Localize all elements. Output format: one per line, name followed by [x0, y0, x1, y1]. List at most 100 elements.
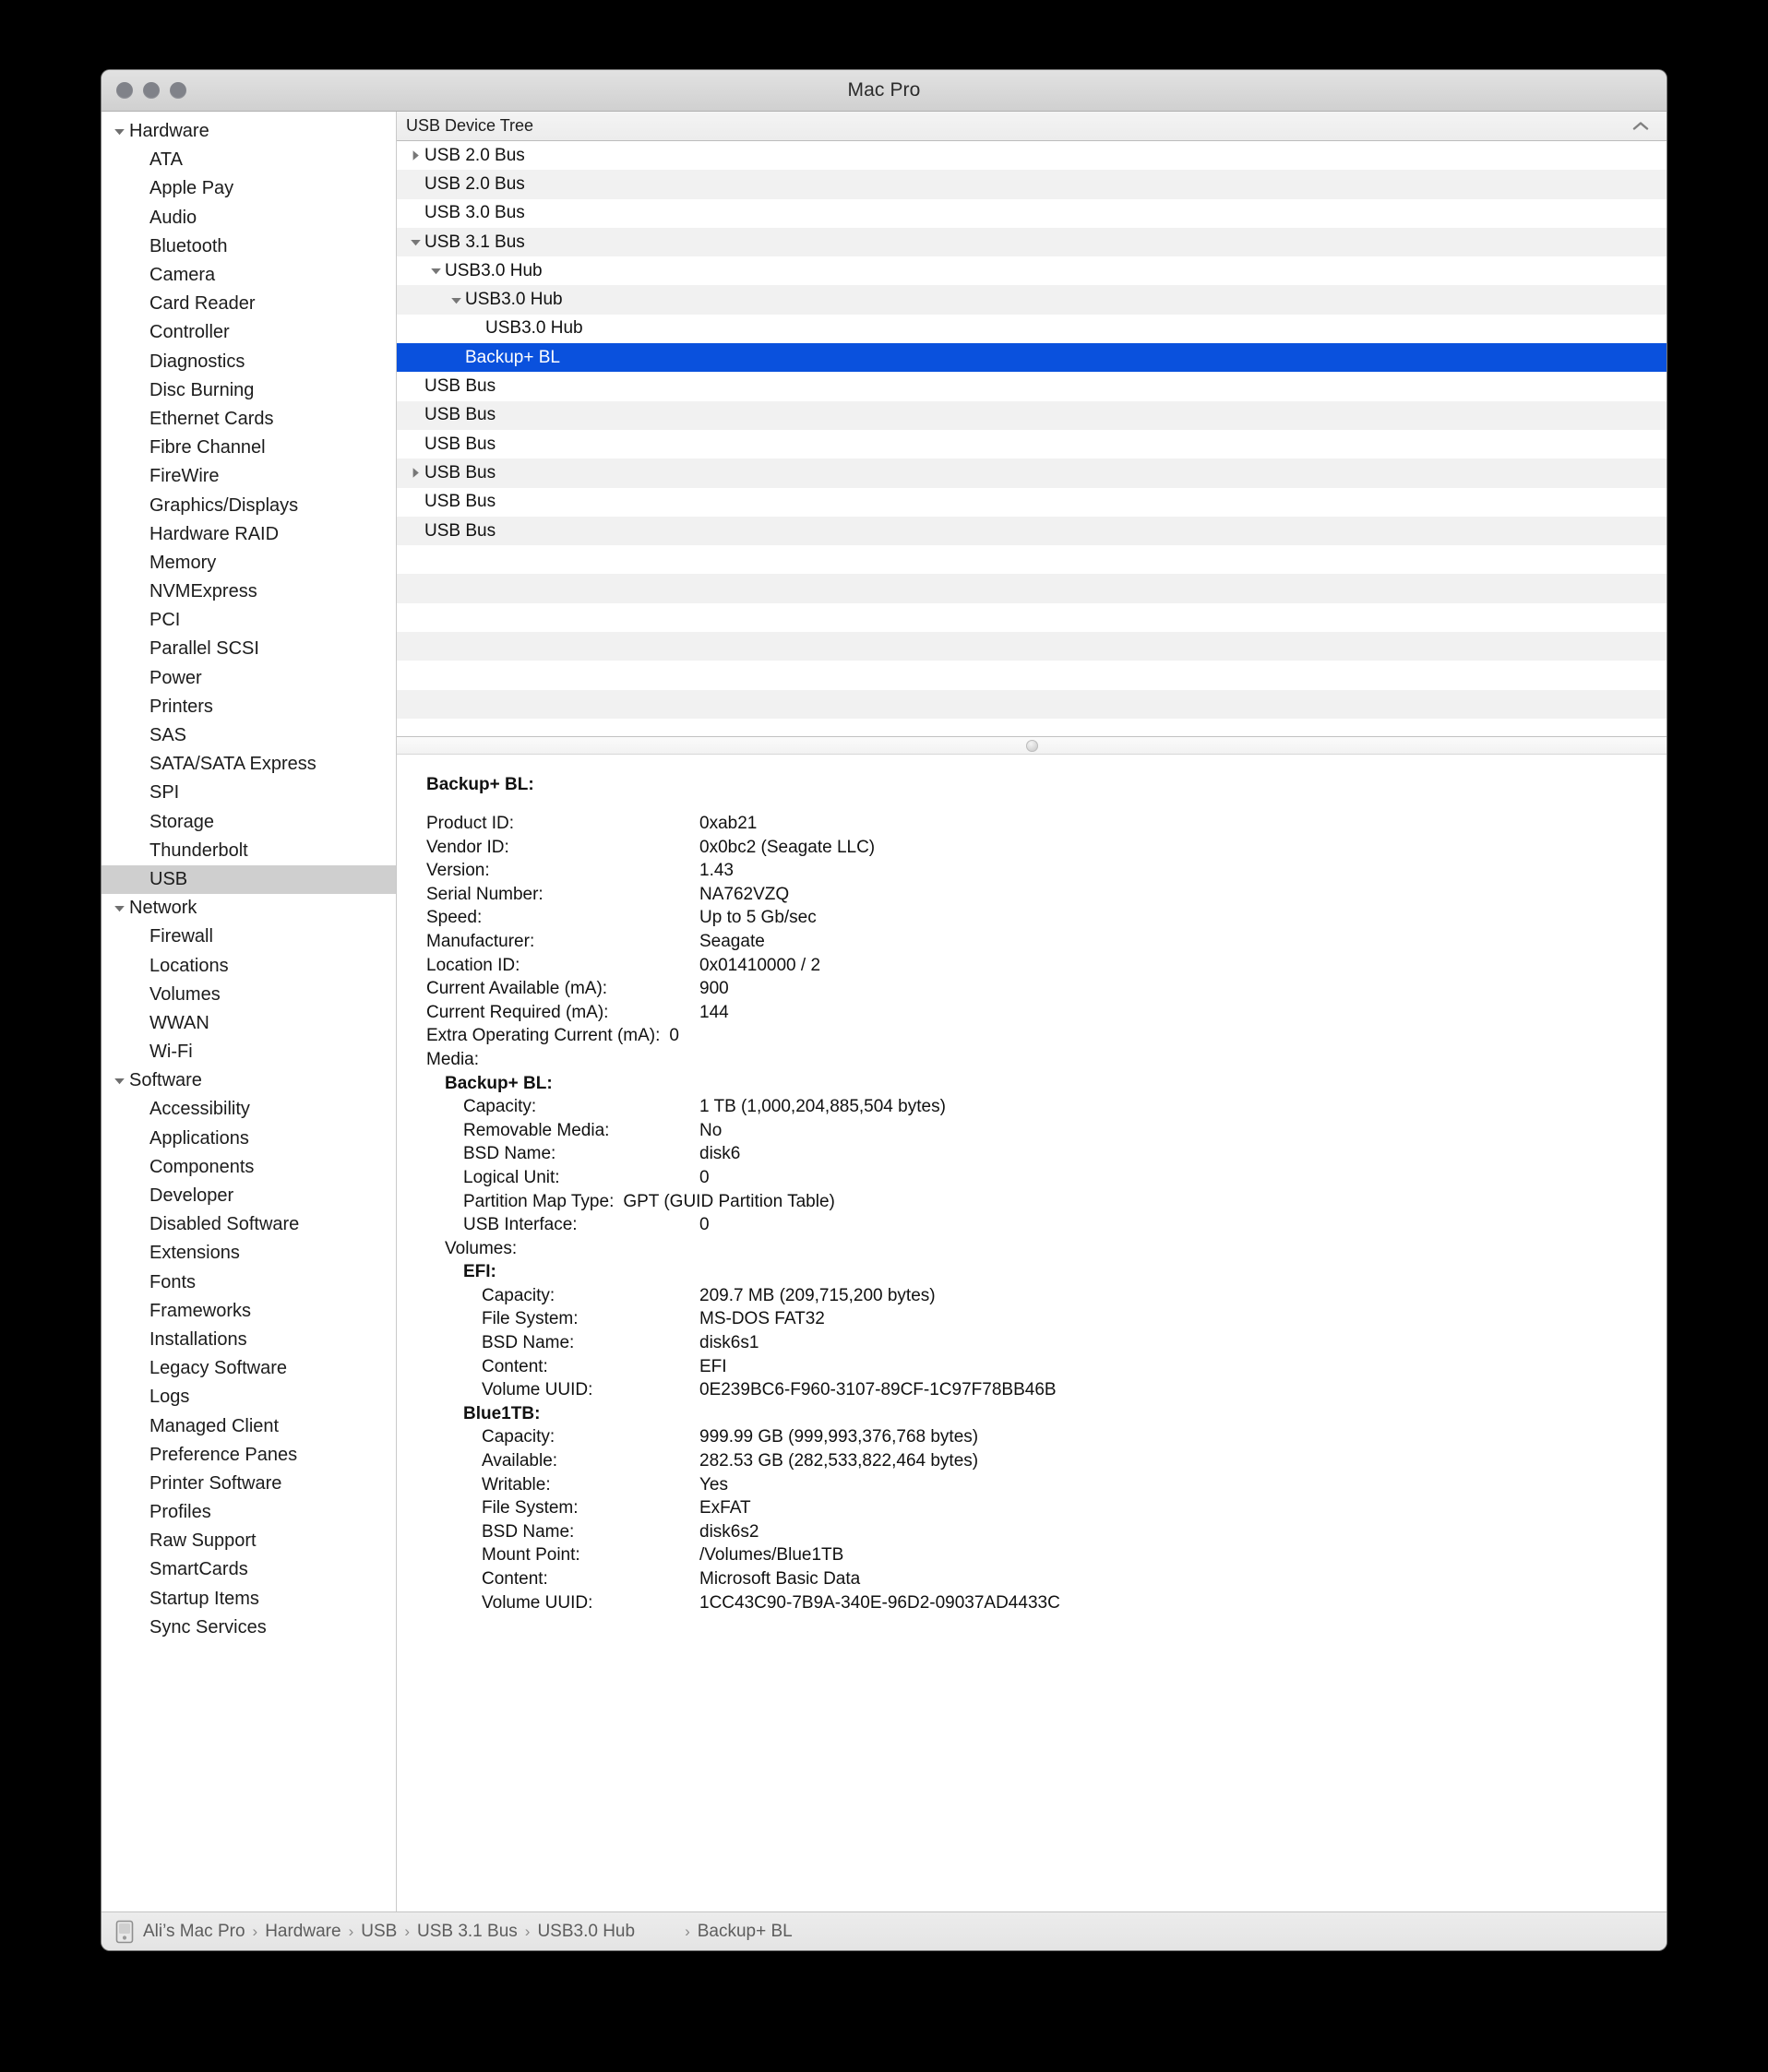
breadcrumb-item[interactable]: USB3.0 Hub: [537, 1922, 635, 1941]
sidebar-item-applications[interactable]: Applications: [102, 1125, 396, 1153]
tree-row[interactable]: USB Bus: [397, 488, 1666, 517]
sidebar-group-software[interactable]: Software: [102, 1066, 396, 1095]
sidebar-item-printers[interactable]: Printers: [102, 693, 396, 721]
sidebar-item-profiles[interactable]: Profiles: [102, 1498, 396, 1527]
triangle-down-icon[interactable]: [109, 125, 129, 138]
sidebar-item-storage[interactable]: Storage: [102, 808, 396, 837]
sidebar-item-spi[interactable]: SPI: [102, 779, 396, 807]
sidebar-item-raw-support[interactable]: Raw Support: [102, 1527, 396, 1555]
sidebar-item-sas[interactable]: SAS: [102, 721, 396, 750]
sidebar-item-components[interactable]: Components: [102, 1153, 396, 1182]
sidebar-item-fonts[interactable]: Fonts: [102, 1268, 396, 1297]
sidebar-item-volumes[interactable]: Volumes: [102, 981, 396, 1009]
sidebar-item-sync-services[interactable]: Sync Services: [102, 1614, 396, 1642]
detail-value: 1 TB (1,000,204,885,504 bytes): [699, 1097, 946, 1117]
sidebar-item-startup-items[interactable]: Startup Items: [102, 1585, 396, 1614]
sidebar-item-apple-pay[interactable]: Apple Pay: [102, 174, 396, 203]
detail-row: Capacity: 999.99 GB (999,993,376,768 byte…: [397, 1427, 1666, 1451]
sidebar-item-frameworks[interactable]: Frameworks: [102, 1297, 396, 1326]
triangle-down-icon[interactable]: [426, 264, 445, 278]
sidebar-item-ethernet-cards[interactable]: Ethernet Cards: [102, 405, 396, 434]
tree-row[interactable]: USB 2.0 Bus: [397, 141, 1666, 170]
triangle-right-icon[interactable]: [406, 149, 424, 162]
sidebar-group-hardware[interactable]: Hardware: [102, 117, 396, 146]
triangle-down-icon[interactable]: [447, 293, 465, 307]
sidebar-item-camera[interactable]: Camera: [102, 261, 396, 290]
sidebar-item-disabled-software[interactable]: Disabled Software: [102, 1210, 396, 1239]
sidebar-item-power[interactable]: Power: [102, 664, 396, 693]
sidebar-item-card-reader[interactable]: Card Reader: [102, 290, 396, 318]
minimize-button[interactable]: [143, 82, 160, 99]
breadcrumb-item[interactable]: Hardware: [265, 1922, 340, 1941]
chevron-up-icon[interactable]: [1631, 120, 1655, 132]
tree-row[interactable]: USB3.0 Hub: [397, 315, 1666, 343]
triangle-right-icon[interactable]: [406, 466, 424, 480]
sidebar-item-fibre-channel[interactable]: Fibre Channel: [102, 434, 396, 462]
breadcrumb-item-current[interactable]: Backup+ BL: [698, 1922, 793, 1941]
triangle-down-icon[interactable]: [109, 1074, 129, 1088]
sidebar-item-logs[interactable]: Logs: [102, 1383, 396, 1411]
sidebar-item-diagnostics[interactable]: Diagnostics: [102, 348, 396, 376]
breadcrumb-item[interactable]: USB: [361, 1922, 397, 1941]
sidebar-item-locations[interactable]: Locations: [102, 951, 396, 980]
sidebar-item-sata-sata-express[interactable]: SATA/SATA Express: [102, 750, 396, 779]
sidebar-item-preference-panes[interactable]: Preference Panes: [102, 1441, 396, 1470]
tree-row[interactable]: USB Bus: [397, 400, 1666, 430]
sidebar-item-firewall[interactable]: Firewall: [102, 923, 396, 951]
tree-column-header[interactable]: USB Device Tree: [397, 112, 1666, 141]
sidebar-item-hardware-raid[interactable]: Hardware RAID: [102, 520, 396, 549]
detail-key: Speed:: [426, 908, 483, 928]
usb-device-tree[interactable]: USB 2.0 Bus USB 2.0 Bus USB 3.0 Bus USB 3.1…: [397, 141, 1666, 736]
sidebar-item-wwan[interactable]: WWAN: [102, 1009, 396, 1038]
pane-splitter[interactable]: [397, 736, 1666, 755]
zoom-button[interactable]: [170, 82, 186, 99]
sidebar-item-usb[interactable]: USB: [102, 864, 396, 895]
sidebar-item-graphics-displays[interactable]: Graphics/Displays: [102, 491, 396, 519]
sidebar-item-memory[interactable]: Memory: [102, 549, 396, 578]
tree-row[interactable]: USB 3.1 Bus: [397, 227, 1666, 257]
tree-row[interactable]: USB3.0 Hub: [397, 256, 1666, 285]
sidebar-item-nvmexpress[interactable]: NVMExpress: [102, 578, 396, 606]
sidebar-item-managed-client[interactable]: Managed Client: [102, 1411, 396, 1440]
breadcrumb[interactable]: Ali’s Mac Pro › Hardware › USB › USB 3.1 Bus › U…: [143, 1922, 793, 1942]
sidebar-item-printer-software[interactable]: Printer Software: [102, 1470, 396, 1498]
sidebar-item-pci[interactable]: PCI: [102, 606, 396, 635]
sidebar-item-parallel-scsi[interactable]: Parallel SCSI: [102, 635, 396, 663]
sidebar-item-audio[interactable]: Audio: [102, 204, 396, 232]
sidebar-item-wi-fi[interactable]: Wi-Fi: [102, 1038, 396, 1066]
sidebar-item-thunderbolt[interactable]: Thunderbolt: [102, 837, 396, 865]
sidebar-item-developer[interactable]: Developer: [102, 1182, 396, 1210]
tree-row[interactable]: USB Bus: [397, 430, 1666, 458]
sidebar-item-firewire[interactable]: FireWire: [102, 462, 396, 491]
splitter-grip-icon[interactable]: [1025, 739, 1038, 752]
tree-row[interactable]: USB 3.0 Bus: [397, 199, 1666, 228]
sidebar-item-extensions[interactable]: Extensions: [102, 1239, 396, 1268]
tree-row[interactable]: USB 2.0 Bus: [397, 170, 1666, 199]
tree-row[interactable]: Backup+ BL: [397, 343, 1666, 373]
sidebar-item-ata[interactable]: ATA: [102, 146, 396, 174]
triangle-down-icon[interactable]: [406, 235, 424, 249]
breadcrumb-item[interactable]: Ali’s Mac Pro: [143, 1922, 245, 1941]
tree-row[interactable]: USB Bus: [397, 458, 1666, 488]
tree-row[interactable]: USB Bus: [397, 372, 1666, 400]
sidebar-item-installations[interactable]: Installations: [102, 1326, 396, 1354]
sidebar-item-legacy-software[interactable]: Legacy Software: [102, 1354, 396, 1383]
tree-row[interactable]: USB Bus: [397, 516, 1666, 546]
sidebar-item-label: Logs: [149, 1387, 190, 1408]
sidebar-item-smartcards[interactable]: SmartCards: [102, 1555, 396, 1584]
breadcrumb-item[interactable]: USB 3.1 Bus: [417, 1922, 518, 1941]
sidebar-item-label: Accessibility: [149, 1099, 250, 1120]
tree-row-empty: [397, 632, 1666, 661]
sidebar-item-label: Hardware RAID: [149, 523, 280, 544]
close-button[interactable]: [116, 82, 133, 99]
volume-name-row: Blue1TB:: [397, 1404, 1666, 1428]
sidebar-item-disc-burning[interactable]: Disc Burning: [102, 376, 396, 405]
detail-value: 0: [699, 1167, 710, 1187]
sidebar-item-bluetooth[interactable]: Bluetooth: [102, 232, 396, 261]
sidebar-item-accessibility[interactable]: Accessibility: [102, 1095, 396, 1124]
sidebar[interactable]: Hardware ATA Apple Pay Audio Bluetooth Camera…: [102, 112, 397, 1911]
sidebar-item-controller[interactable]: Controller: [102, 318, 396, 347]
tree-row[interactable]: USB3.0 Hub: [397, 285, 1666, 315]
sidebar-group-network[interactable]: Network: [102, 894, 396, 923]
triangle-down-icon[interactable]: [109, 901, 129, 915]
